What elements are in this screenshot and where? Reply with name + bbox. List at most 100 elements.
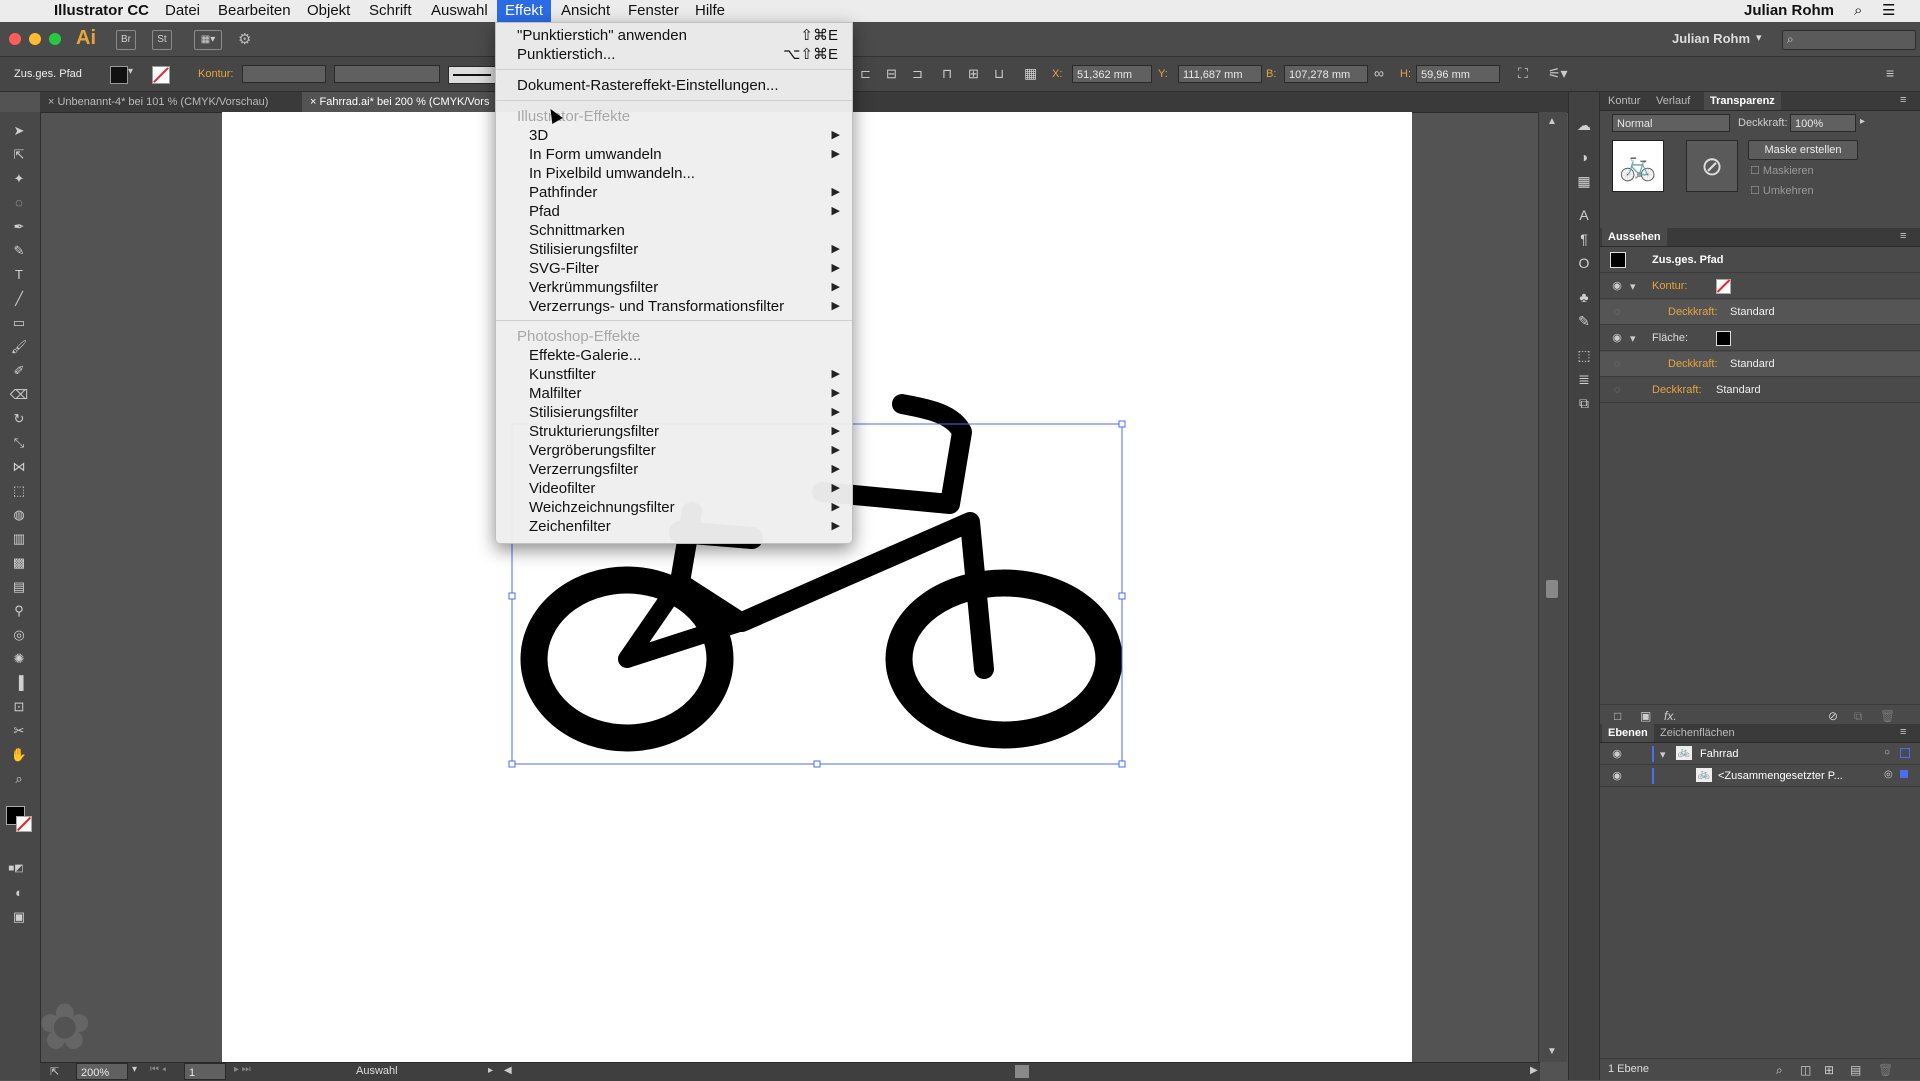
rotate-tool-icon[interactable]: ↻ xyxy=(9,410,29,428)
add-effect-fx-icon[interactable]: fx. xyxy=(1664,709,1677,723)
screen-mode-icon[interactable]: ▣ xyxy=(9,908,29,926)
layer-target-icon[interactable]: ○ xyxy=(1884,747,1890,758)
invert-mask-checkbox[interactable]: ☐ Umkehren xyxy=(1750,184,1814,197)
paintbrush-tool-icon[interactable]: 🖌 xyxy=(9,338,29,356)
tab-verlauf[interactable]: Verlauf xyxy=(1650,92,1696,110)
menu-item-verkrümmungsfilter[interactable]: Verkrümmungsfilter ▶ xyxy=(496,278,852,297)
pen-tool-icon[interactable]: ✒ xyxy=(9,218,29,236)
y-position-field[interactable]: 111,687 mm xyxy=(1178,65,1262,83)
menu-bearbeiten[interactable]: Bearbeiten xyxy=(210,0,299,22)
symbol-sprayer-tool-icon[interactable]: ✺ xyxy=(9,650,29,668)
layer-visibility-icon[interactable]: ◉ xyxy=(1610,769,1624,783)
transform-icon[interactable]: ⬚ xyxy=(1575,346,1593,364)
opentype-icon[interactable]: O xyxy=(1575,254,1593,272)
align-right-icon[interactable]: ⊐ xyxy=(912,66,923,82)
free-transform-tool-icon[interactable]: ⬚ xyxy=(9,482,29,500)
variable-width-profile[interactable] xyxy=(334,65,440,83)
brush-definition-swatch[interactable] xyxy=(448,66,498,84)
expand-arrow-icon[interactable]: ▾ xyxy=(1660,748,1666,761)
layer-visibility-icon[interactable]: ◉ xyxy=(1610,747,1624,761)
sublayer-name[interactable]: <Zusammengesetzter P... xyxy=(1718,770,1843,782)
scale-tool-icon[interactable]: ⤡ xyxy=(9,434,29,452)
libraries-icon[interactable]: ☁ xyxy=(1575,116,1593,134)
tab-unbenannt-4[interactable]: × Unbenannt-4* bei 101 % (CMYK/Vorschau) xyxy=(40,92,311,112)
delete-layer-icon[interactable]: 🗑 xyxy=(1878,1063,1893,1077)
visibility-eye-icon[interactable]: ◌ xyxy=(1610,357,1624,371)
x-position-field[interactable]: 51,362 mm xyxy=(1072,65,1152,83)
add-stroke-icon[interactable]: □ xyxy=(1614,709,1621,723)
magic-wand-tool-icon[interactable]: ✦ xyxy=(9,170,29,188)
share-icon[interactable]: ⇱ xyxy=(50,1065,59,1078)
duplicate-item-icon[interactable]: ⧉ xyxy=(1854,709,1863,724)
artboard-tool-icon[interactable]: ⊡ xyxy=(9,698,29,716)
scrollbar-thumb[interactable] xyxy=(1546,580,1558,598)
zoom-window-icon[interactable] xyxy=(49,33,61,45)
align-left-icon[interactable]: ⊏ xyxy=(860,66,871,82)
delete-item-icon[interactable]: 🗑 xyxy=(1880,709,1895,723)
sublayer-selection-indicator[interactable] xyxy=(1900,770,1908,778)
stroke-label[interactable]: Kontur: xyxy=(1652,280,1687,292)
visibility-eye-icon[interactable]: ◌ xyxy=(1610,305,1624,319)
hand-tool-icon[interactable]: ✋ xyxy=(9,746,29,764)
tab-zeichenflaechen[interactable]: Zeichenflächen xyxy=(1654,724,1741,742)
tab-aussehen[interactable]: Aussehen xyxy=(1602,228,1667,246)
object-thumbnail-bicycle-icon[interactable]: 🚲 xyxy=(1612,140,1664,192)
layer-selection-indicator[interactable] xyxy=(1900,748,1910,758)
tab-transparenz[interactable]: Transparenz xyxy=(1704,92,1781,110)
eyedropper-tool-icon[interactable]: ⚲ xyxy=(9,602,29,620)
visibility-eye-icon[interactable]: ◌ xyxy=(1610,383,1624,397)
panel-menu-icon[interactable]: ≡ xyxy=(1900,94,1906,106)
align-middle-icon[interactable]: ⊞ xyxy=(968,66,979,82)
menu-item-apply-last-effect[interactable]: "Punktierstich" anwenden ⇧⌘E xyxy=(496,26,852,45)
appearance-fill-row[interactable]: ◉ ▾ Fläche: xyxy=(1600,326,1920,351)
scroll-up-icon[interactable]: ▲ xyxy=(1547,116,1557,127)
scroll-down-icon[interactable]: ▼ xyxy=(1547,1046,1557,1057)
spotlight-icon[interactable]: ⌕ xyxy=(1846,0,1870,22)
menu-item-3d[interactable]: 3D ▶ xyxy=(496,126,852,145)
opacity-slider-icon[interactable]: ▸ xyxy=(1860,116,1865,127)
clip-checkbox[interactable]: ☐ Maskieren xyxy=(1750,164,1814,177)
layer-name[interactable]: Fahrrad xyxy=(1700,748,1739,760)
fill-label[interactable]: Fläche: xyxy=(1652,332,1688,344)
menu-item-raster-settings[interactable]: Dokument-Rastereffekt-Einstellungen... xyxy=(496,76,852,95)
appearance-stroke-row[interactable]: ◉ ▾ Kontur: xyxy=(1600,274,1920,299)
type-tool-icon[interactable]: T xyxy=(9,266,29,284)
menu-item-ps-verzerrungsfilter[interactable]: Verzerrungsfilter ▶ xyxy=(496,460,852,479)
blob-brush-tool-icon[interactable]: ✐ xyxy=(9,362,29,380)
expand-arrow-icon[interactable]: ▾ xyxy=(1630,280,1636,293)
swatches-icon[interactable]: ▦ xyxy=(1575,172,1593,190)
menu-item-ps-malfilter[interactable]: Malfilter ▶ xyxy=(496,384,852,403)
align-center-icon[interactable]: ⊟ xyxy=(886,66,897,82)
opacity-field[interactable]: 100% xyxy=(1790,114,1856,132)
width-field[interactable]: 107,278 mm xyxy=(1284,65,1368,83)
lasso-tool-icon[interactable]: ◌ xyxy=(9,194,29,212)
bridge-button[interactable]: Br xyxy=(116,30,136,50)
expand-arrow-icon[interactable]: ▾ xyxy=(1630,332,1636,345)
drawing-modes-icon[interactable]: ◐ xyxy=(9,884,29,902)
sublayer-target-icon[interactable]: ◎ xyxy=(1884,769,1893,780)
align-icon[interactable]: ≣ xyxy=(1575,370,1593,388)
brushes-icon[interactable]: ✎ xyxy=(1575,312,1593,330)
menu-item-ps-weichzeichnungsfilter[interactable]: Weichzeichnungsfilter ▶ xyxy=(496,498,852,517)
stock-button[interactable]: St xyxy=(152,30,172,50)
add-fill-icon[interactable]: ▣ xyxy=(1640,709,1651,723)
appearance-opacity-row[interactable]: ◌ Deckkraft: Standard xyxy=(1600,378,1920,403)
arrange-documents-icon[interactable]: ▦▾ xyxy=(194,30,222,50)
panel-menu-icon[interactable]: ≡ xyxy=(1900,230,1906,242)
menu-effekt[interactable]: Effekt xyxy=(497,0,552,22)
fill-black-swatch[interactable] xyxy=(1716,331,1731,346)
locate-object-icon[interactable]: ⌕ xyxy=(1776,1063,1783,1078)
tab-ebenen[interactable]: Ebenen xyxy=(1602,724,1654,742)
menu-datei[interactable]: Datei xyxy=(157,0,208,22)
pathfinder-icon[interactable]: ⧉ xyxy=(1575,394,1593,412)
menu-item-pfad[interactable]: Pfad ▶ xyxy=(496,202,852,221)
menu-item-verzerrungs-und-transformationsfilter[interactable]: Verzerrungs- und Transformationsfilter ▶ xyxy=(496,297,852,316)
symbols-icon[interactable]: ♣ xyxy=(1575,288,1593,306)
menu-hilfe[interactable]: Hilfe xyxy=(687,0,733,22)
notification-center-icon[interactable]: ☰ xyxy=(1874,0,1903,22)
menu-item-schnittmarken[interactable]: Schnittmarken xyxy=(496,221,852,240)
menu-schrift[interactable]: Schrift xyxy=(361,0,420,22)
selection-tool-icon[interactable]: ➤ xyxy=(9,122,29,140)
eraser-tool-icon[interactable]: ⌫ xyxy=(9,386,29,404)
color-modes-icon[interactable]: ■◩ xyxy=(6,860,26,878)
